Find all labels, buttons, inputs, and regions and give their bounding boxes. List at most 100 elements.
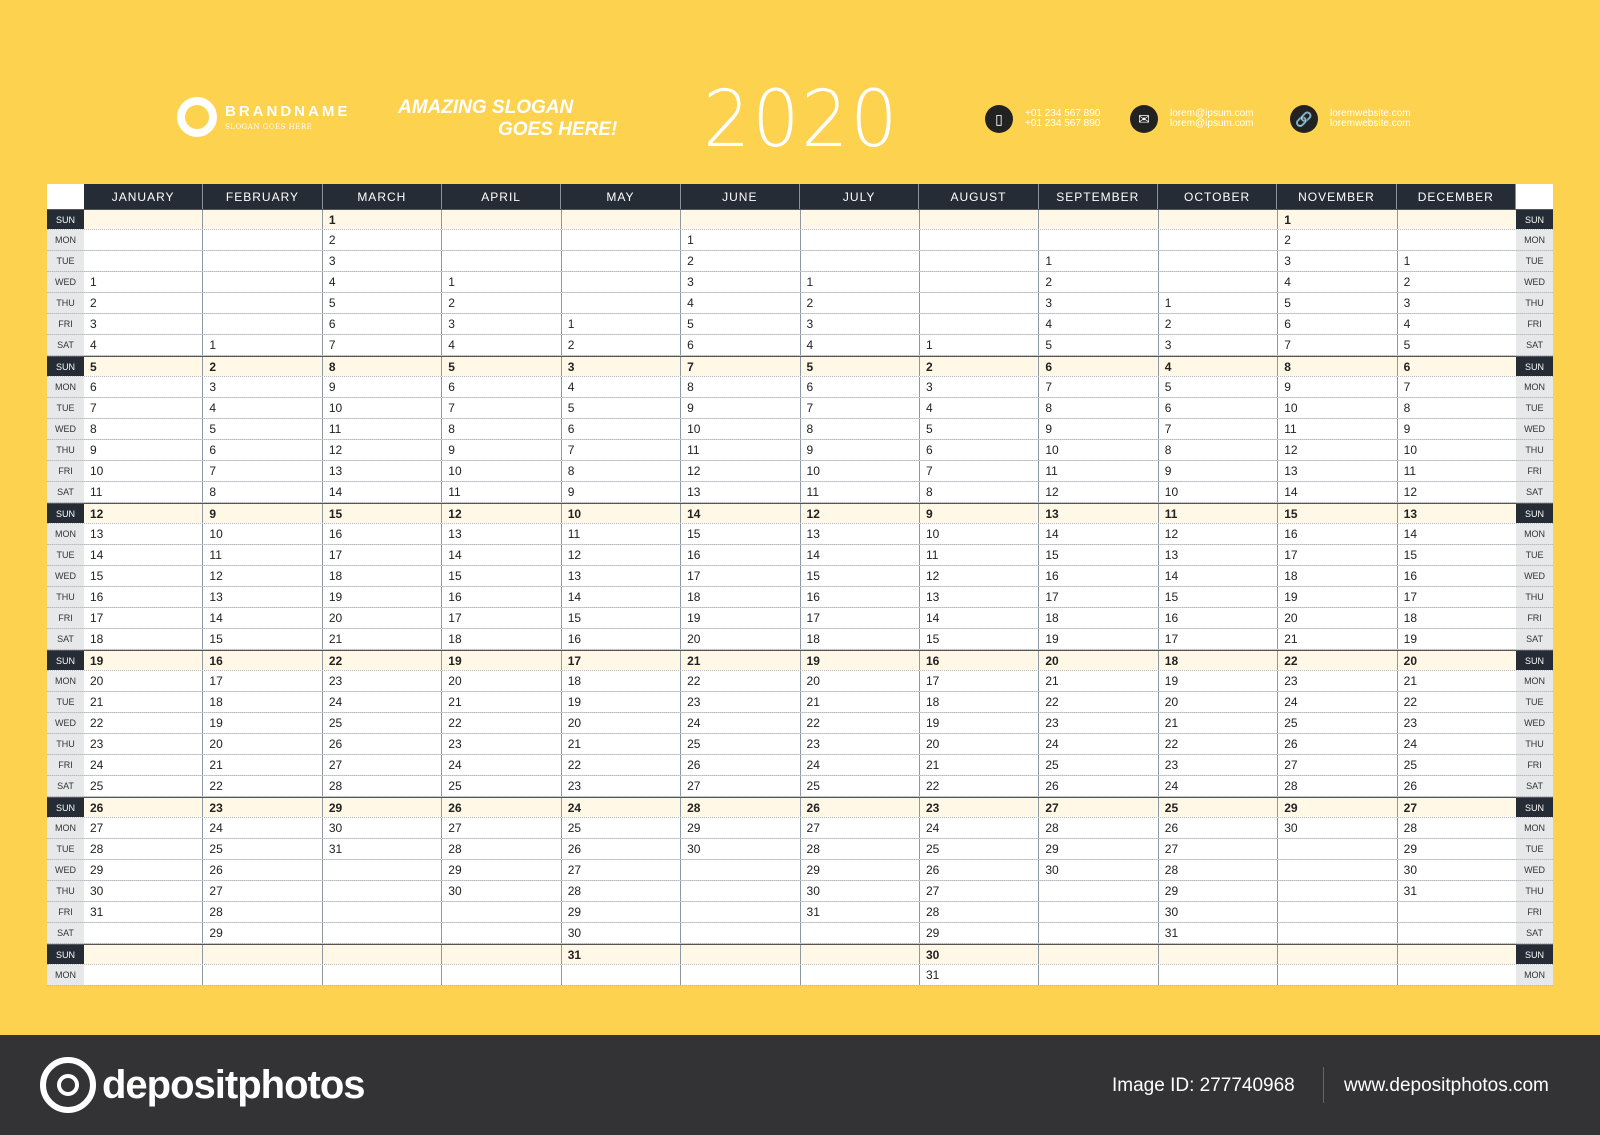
day-cell[interactable]: 15 <box>681 524 801 544</box>
day-cell[interactable] <box>1039 945 1159 964</box>
day-cell[interactable]: 5 <box>442 357 562 376</box>
day-cell[interactable]: 5 <box>322 293 443 313</box>
day-cell[interactable]: 23 <box>1039 713 1159 733</box>
day-cell[interactable] <box>84 251 204 271</box>
day-cell[interactable]: 1 <box>919 335 1040 355</box>
day-cell[interactable]: 2 <box>1039 272 1159 292</box>
day-cell[interactable]: 11 <box>1158 504 1279 523</box>
day-cell[interactable] <box>84 965 204 985</box>
day-cell[interactable]: 9 <box>800 440 920 460</box>
day-cell[interactable]: 30 <box>442 881 562 901</box>
day-cell[interactable]: 17 <box>1278 545 1398 565</box>
day-cell[interactable]: 30 <box>322 818 443 838</box>
day-cell[interactable]: 18 <box>561 671 682 691</box>
day-cell[interactable]: 29 <box>919 923 1040 943</box>
day-cell[interactable] <box>322 923 443 943</box>
day-cell[interactable]: 28 <box>203 902 323 922</box>
day-cell[interactable]: 13 <box>1039 504 1159 523</box>
day-cell[interactable]: 20 <box>442 671 562 691</box>
day-cell[interactable]: 24 <box>1397 734 1517 754</box>
day-cell[interactable]: 16 <box>1039 566 1159 586</box>
day-cell[interactable] <box>800 251 920 271</box>
day-cell[interactable] <box>1397 230 1517 250</box>
day-cell[interactable]: 5 <box>1158 377 1279 397</box>
day-cell[interactable]: 24 <box>561 798 682 817</box>
day-cell[interactable]: 22 <box>919 776 1040 796</box>
day-cell[interactable] <box>84 923 204 943</box>
day-cell[interactable]: 24 <box>442 755 562 775</box>
day-cell[interactable]: 28 <box>919 902 1040 922</box>
day-cell[interactable]: 9 <box>442 440 562 460</box>
day-cell[interactable]: 27 <box>681 776 801 796</box>
day-cell[interactable] <box>800 923 920 943</box>
day-cell[interactable]: 22 <box>1039 692 1159 712</box>
day-cell[interactable] <box>681 965 801 985</box>
day-cell[interactable]: 27 <box>203 881 323 901</box>
day-cell[interactable]: 22 <box>203 776 323 796</box>
day-cell[interactable] <box>1278 881 1398 901</box>
day-cell[interactable]: 4 <box>681 293 801 313</box>
day-cell[interactable]: 9 <box>1039 419 1159 439</box>
day-cell[interactable]: 18 <box>1278 566 1398 586</box>
day-cell[interactable]: 8 <box>1039 398 1159 418</box>
day-cell[interactable]: 14 <box>1278 482 1398 502</box>
day-cell[interactable]: 9 <box>681 398 801 418</box>
day-cell[interactable]: 17 <box>1158 629 1279 649</box>
day-cell[interactable]: 16 <box>203 651 323 670</box>
day-cell[interactable]: 20 <box>203 734 323 754</box>
day-cell[interactable]: 7 <box>1039 377 1159 397</box>
day-cell[interactable]: 28 <box>1397 818 1517 838</box>
day-cell[interactable]: 19 <box>1397 629 1517 649</box>
day-cell[interactable]: 11 <box>84 482 204 502</box>
day-cell[interactable]: 20 <box>800 671 920 691</box>
day-cell[interactable]: 2 <box>203 357 323 376</box>
day-cell[interactable]: 16 <box>800 587 920 607</box>
day-cell[interactable]: 25 <box>1397 755 1517 775</box>
day-cell[interactable]: 17 <box>322 545 443 565</box>
day-cell[interactable] <box>681 881 801 901</box>
day-cell[interactable]: 23 <box>919 798 1040 817</box>
day-cell[interactable] <box>1158 251 1279 271</box>
day-cell[interactable]: 13 <box>919 587 1040 607</box>
day-cell[interactable]: 18 <box>442 629 562 649</box>
day-cell[interactable]: 27 <box>561 860 682 880</box>
day-cell[interactable] <box>1158 945 1279 964</box>
day-cell[interactable]: 28 <box>84 839 204 859</box>
day-cell[interactable]: 8 <box>1278 357 1398 376</box>
day-cell[interactable]: 4 <box>1039 314 1159 334</box>
day-cell[interactable]: 10 <box>1158 482 1279 502</box>
day-cell[interactable]: 29 <box>681 818 801 838</box>
day-cell[interactable]: 31 <box>1158 923 1279 943</box>
day-cell[interactable]: 17 <box>1397 587 1517 607</box>
day-cell[interactable]: 22 <box>1397 692 1517 712</box>
day-cell[interactable]: 8 <box>84 419 204 439</box>
day-cell[interactable]: 7 <box>681 357 801 376</box>
day-cell[interactable] <box>681 945 801 964</box>
day-cell[interactable]: 31 <box>1397 881 1517 901</box>
day-cell[interactable]: 26 <box>919 860 1040 880</box>
day-cell[interactable] <box>203 314 323 334</box>
day-cell[interactable]: 9 <box>322 377 443 397</box>
day-cell[interactable]: 22 <box>442 713 562 733</box>
day-cell[interactable]: 24 <box>1158 776 1279 796</box>
day-cell[interactable]: 6 <box>800 377 920 397</box>
day-cell[interactable]: 15 <box>561 608 682 628</box>
day-cell[interactable]: 13 <box>681 482 801 502</box>
day-cell[interactable]: 3 <box>1039 293 1159 313</box>
day-cell[interactable]: 6 <box>681 335 801 355</box>
day-cell[interactable]: 5 <box>800 357 920 376</box>
day-cell[interactable] <box>800 210 920 229</box>
day-cell[interactable]: 3 <box>1158 335 1279 355</box>
day-cell[interactable]: 3 <box>1397 293 1517 313</box>
day-cell[interactable]: 31 <box>800 902 920 922</box>
day-cell[interactable]: 22 <box>1278 651 1398 670</box>
day-cell[interactable] <box>1278 902 1398 922</box>
day-cell[interactable]: 13 <box>1158 545 1279 565</box>
day-cell[interactable]: 4 <box>84 335 204 355</box>
day-cell[interactable]: 8 <box>203 482 323 502</box>
day-cell[interactable]: 4 <box>442 335 562 355</box>
day-cell[interactable]: 29 <box>1158 881 1279 901</box>
day-cell[interactable]: 15 <box>203 629 323 649</box>
day-cell[interactable]: 24 <box>1278 692 1398 712</box>
day-cell[interactable]: 27 <box>322 755 443 775</box>
